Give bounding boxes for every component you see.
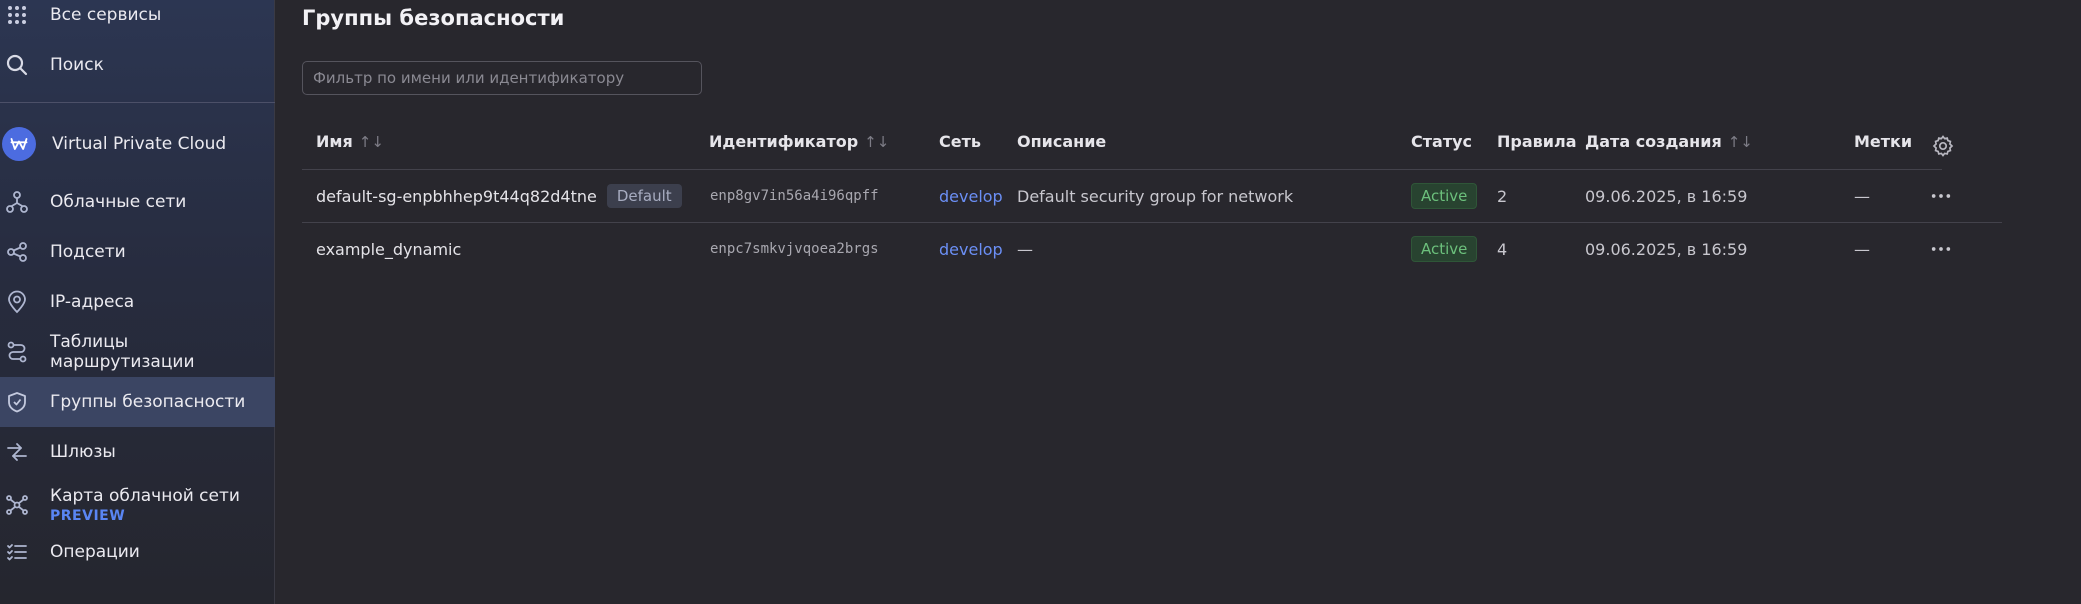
sidebar-item-ip-addresses[interactable]: IP-адреса <box>0 277 275 327</box>
row-network-link[interactable]: develop <box>939 183 1003 209</box>
network-icon <box>4 189 30 215</box>
sidebar-item-label: Группы безопасности <box>50 392 246 412</box>
column-header-label: Идентификатор <box>709 132 859 151</box>
row-created-cell: 09.06.2025, в 16:59 <box>1585 186 1748 206</box>
column-header-status: Статус <box>1411 132 1472 151</box>
sidebar-item-gateways[interactable]: Шлюзы <box>0 427 275 477</box>
row-name-cell: example_dynamic <box>316 236 461 262</box>
column-header-label: Дата создания <box>1585 132 1722 151</box>
sort-icon[interactable]: ↑↓ <box>864 133 889 151</box>
sidebar-item-label-group: Карта облачной сети PREVIEW <box>50 486 240 524</box>
sidebar-item-label: Операции <box>50 542 140 562</box>
row-description-cell: — <box>1017 239 1033 259</box>
column-header-label: Правила <box>1497 132 1577 151</box>
sidebar-item-label: Подсети <box>50 242 126 262</box>
status-badge: Active <box>1411 236 1478 262</box>
column-header-created[interactable]: Дата создания ↑↓ <box>1585 132 1753 151</box>
row-status-cell: Active <box>1411 235 1478 263</box>
sidebar-item-cloud-networks[interactable]: Облачные сети <box>0 177 275 227</box>
column-header-labels: Метки <box>1854 132 1912 151</box>
column-header-label: Описание <box>1017 132 1107 151</box>
sidebar-divider <box>0 102 275 103</box>
sidebar-item-all-services[interactable]: Все сервисы <box>0 0 275 40</box>
column-header-id[interactable]: Идентификатор ↑↓ <box>709 132 889 151</box>
location-pin-icon <box>4 289 30 315</box>
sidebar-item-search[interactable]: Поиск <box>0 40 275 90</box>
gateway-arrows-icon <box>4 439 30 465</box>
row-id-cell: enp8gv7in56a4i96qpff <box>710 188 879 204</box>
search-icon <box>4 52 30 78</box>
shield-icon <box>4 389 30 415</box>
status-badge: Active <box>1411 183 1478 209</box>
route-icon <box>4 339 30 365</box>
row-name-cell: default-sg-enpbhhep9t44q82d4tne Default <box>316 183 682 209</box>
column-header-label: Сеть <box>939 132 981 151</box>
sidebar-item-label: Шлюзы <box>50 442 116 462</box>
sidebar-item-operations[interactable]: Операции <box>0 527 275 577</box>
filter-input[interactable] <box>302 61 702 95</box>
row-name-link[interactable]: default-sg-enpbhhep9t44q82d4tne <box>316 187 597 206</box>
sidebar-item-label: Virtual Private Cloud <box>52 134 227 154</box>
sort-icon[interactable]: ↑↓ <box>359 133 384 151</box>
sidebar-item-vpc[interactable]: Virtual Private Cloud <box>0 118 275 170</box>
sidebar-item-label: Поиск <box>50 55 104 75</box>
sidebar-item-security-groups[interactable]: Группы безопасности <box>0 377 275 427</box>
sidebar-item-label: Карта облачной сети <box>50 486 240 506</box>
column-header-name[interactable]: Имя ↑↓ <box>316 132 384 151</box>
page-title: Группы безопасности <box>302 6 565 30</box>
table-divider <box>302 169 1942 170</box>
row-status-cell: Active <box>1411 182 1478 210</box>
sidebar-item-route-tables[interactable]: Таблицы маршрутизации <box>0 327 275 377</box>
gear-icon[interactable] <box>1931 134 1955 158</box>
preview-badge: PREVIEW <box>50 508 126 524</box>
row-rules-cell: 4 <box>1497 239 1508 259</box>
more-actions-icon[interactable] <box>1926 186 1956 206</box>
row-network-link[interactable]: develop <box>939 236 1003 262</box>
column-header-description: Описание <box>1017 132 1106 151</box>
grid-icon <box>4 2 30 28</box>
sidebar-item-label: IP-адреса <box>50 292 135 312</box>
vpc-logo-icon <box>2 127 36 161</box>
sidebar-item-network-map[interactable]: Карта облачной сети PREVIEW <box>0 477 275 533</box>
sidebar: Все сервисы Поиск Virtual Private Cloud … <box>0 0 275 604</box>
main-content: Группы безопасности Имя ↑↓ Идентификатор… <box>276 0 2081 604</box>
row-labels-cell: — <box>1854 239 1870 259</box>
row-rules-cell: 2 <box>1497 186 1508 206</box>
column-header-rules: Правила <box>1497 132 1577 151</box>
default-badge: Default <box>606 184 682 208</box>
column-header-label: Статус <box>1411 132 1472 151</box>
row-id-cell: enpc7smkvjvqoea2brgs <box>710 241 879 257</box>
column-header-label: Метки <box>1854 132 1913 151</box>
column-header-label: Имя <box>316 132 353 151</box>
sidebar-item-label: Облачные сети <box>50 192 187 212</box>
checklist-icon <box>4 539 30 565</box>
sidebar-item-subnets[interactable]: Подсети <box>0 227 275 277</box>
more-actions-icon[interactable] <box>1926 239 1956 259</box>
subnet-icon <box>4 239 30 265</box>
network-map-icon <box>4 492 30 518</box>
sort-icon[interactable]: ↑↓ <box>1728 133 1753 151</box>
sidebar-item-label: Таблицы маршрутизации <box>50 332 195 372</box>
column-header-network: Сеть <box>939 132 981 151</box>
table-divider <box>302 222 2002 223</box>
row-labels-cell: — <box>1854 186 1870 206</box>
row-created-cell: 09.06.2025, в 16:59 <box>1585 239 1748 259</box>
row-name-link[interactable]: example_dynamic <box>316 240 461 259</box>
sidebar-item-label: Все сервисы <box>50 5 162 25</box>
row-description-cell: Default security group for network <box>1017 186 1294 206</box>
